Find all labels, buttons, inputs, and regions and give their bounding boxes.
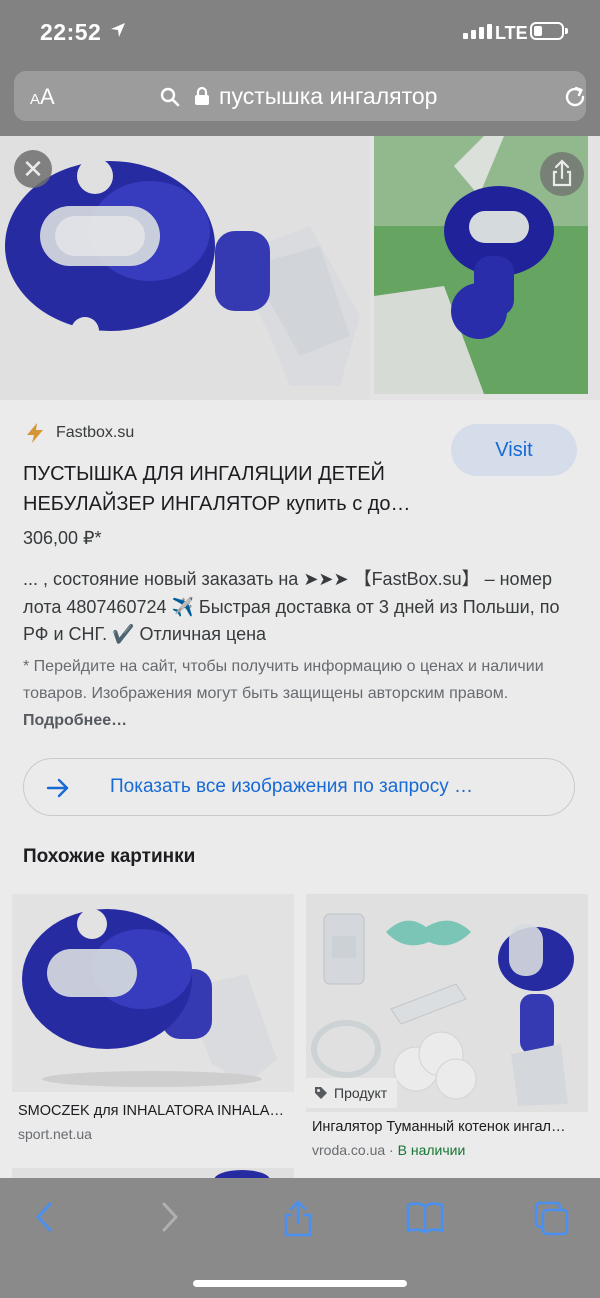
similar-source-domain: vroda.co.ua	[312, 1142, 386, 1158]
pacifier-inhaler-image	[0, 136, 370, 400]
availability-label: В наличии	[397, 1142, 466, 1158]
visit-button[interactable]: Visit	[451, 424, 577, 476]
share-icon	[552, 159, 572, 187]
product-tag: Продукт	[306, 1078, 398, 1108]
show-all-label: Показать все изображения по запросу …	[110, 776, 474, 797]
page-content: ✕ Fastbox.su Visit ПУСТЫШКА ДЛЯ ИНГАЛЯЦИ…	[0, 136, 600, 1178]
reload-icon[interactable]	[562, 84, 588, 115]
share-button[interactable]	[540, 152, 584, 196]
network-type: LTE	[495, 23, 528, 43]
browser-toolbar	[0, 1178, 600, 1298]
result-source[interactable]: Fastbox.su	[24, 422, 134, 444]
copyright-note: * Перейдите на сайт, чтобы получить инфо…	[23, 653, 573, 734]
similar-heading: Похожие картинки	[23, 846, 196, 867]
tag-icon	[315, 1087, 327, 1099]
similar-image	[12, 894, 294, 1092]
similar-source: sport.net.ua	[18, 1126, 92, 1142]
clock: 22:52	[40, 19, 102, 45]
tabs-icon[interactable]	[533, 1200, 571, 1238]
share-icon[interactable]	[280, 1200, 316, 1238]
result-description: ... , состояние новый заказать на ➤➤➤ 【F…	[23, 569, 560, 644]
browser-address-area: AA пустышка ингалятор	[0, 66, 600, 136]
home-indicator	[193, 1280, 407, 1287]
forward-icon[interactable]	[156, 1200, 184, 1234]
similar-title: SMOCZEK для INHALATORA INHALA…	[18, 1103, 284, 1119]
similar-card[interactable]: SMOCZEK для INHALATORA INHALA… sport.net…	[12, 894, 294, 1154]
cellular-signal-icon	[463, 24, 492, 39]
note-text: * Перейдите на сайт, чтобы получить инфо…	[23, 658, 544, 702]
bolt-icon	[27, 423, 43, 443]
location-arrow-icon	[110, 22, 126, 43]
lock-icon	[194, 86, 210, 111]
bookmarks-icon[interactable]	[405, 1200, 445, 1234]
image-preview: ✕	[0, 136, 600, 400]
close-button[interactable]: ✕	[14, 150, 52, 188]
arrow-right-icon	[46, 778, 69, 798]
text-size-button[interactable]: AA	[30, 84, 55, 110]
address-bar[interactable]: AA пустышка ингалятор	[14, 71, 586, 121]
similar-title: Ингалятор Туманный котенок ингал…	[312, 1119, 566, 1135]
status-bar: 22:52 LTE	[0, 0, 600, 66]
battery-icon	[530, 22, 568, 40]
result-price: 306,00 ₽*	[23, 528, 102, 548]
tag-label: Продукт	[334, 1085, 388, 1101]
back-icon[interactable]	[30, 1200, 58, 1234]
similar-card[interactable]: Продукт Ингалятор Туманный котенок ингал…	[306, 894, 588, 1164]
more-link[interactable]: Подробнее…	[23, 712, 127, 729]
result-title[interactable]: ПУСТЫШКА ДЛЯ ИНГАЛЯЦИИ ДЕТЕЙ НЕБУЛАЙЗЕР …	[23, 459, 443, 519]
show-all-images-button[interactable]: Показать все изображения по запросу …	[23, 758, 575, 816]
similar-image-partial	[12, 1168, 294, 1178]
similar-source: vroda.co.ua · В наличии	[312, 1142, 466, 1158]
source-name: Fastbox.su	[56, 424, 135, 442]
url-query-text: пустышка ингалятор	[219, 83, 438, 109]
search-icon	[160, 87, 180, 112]
